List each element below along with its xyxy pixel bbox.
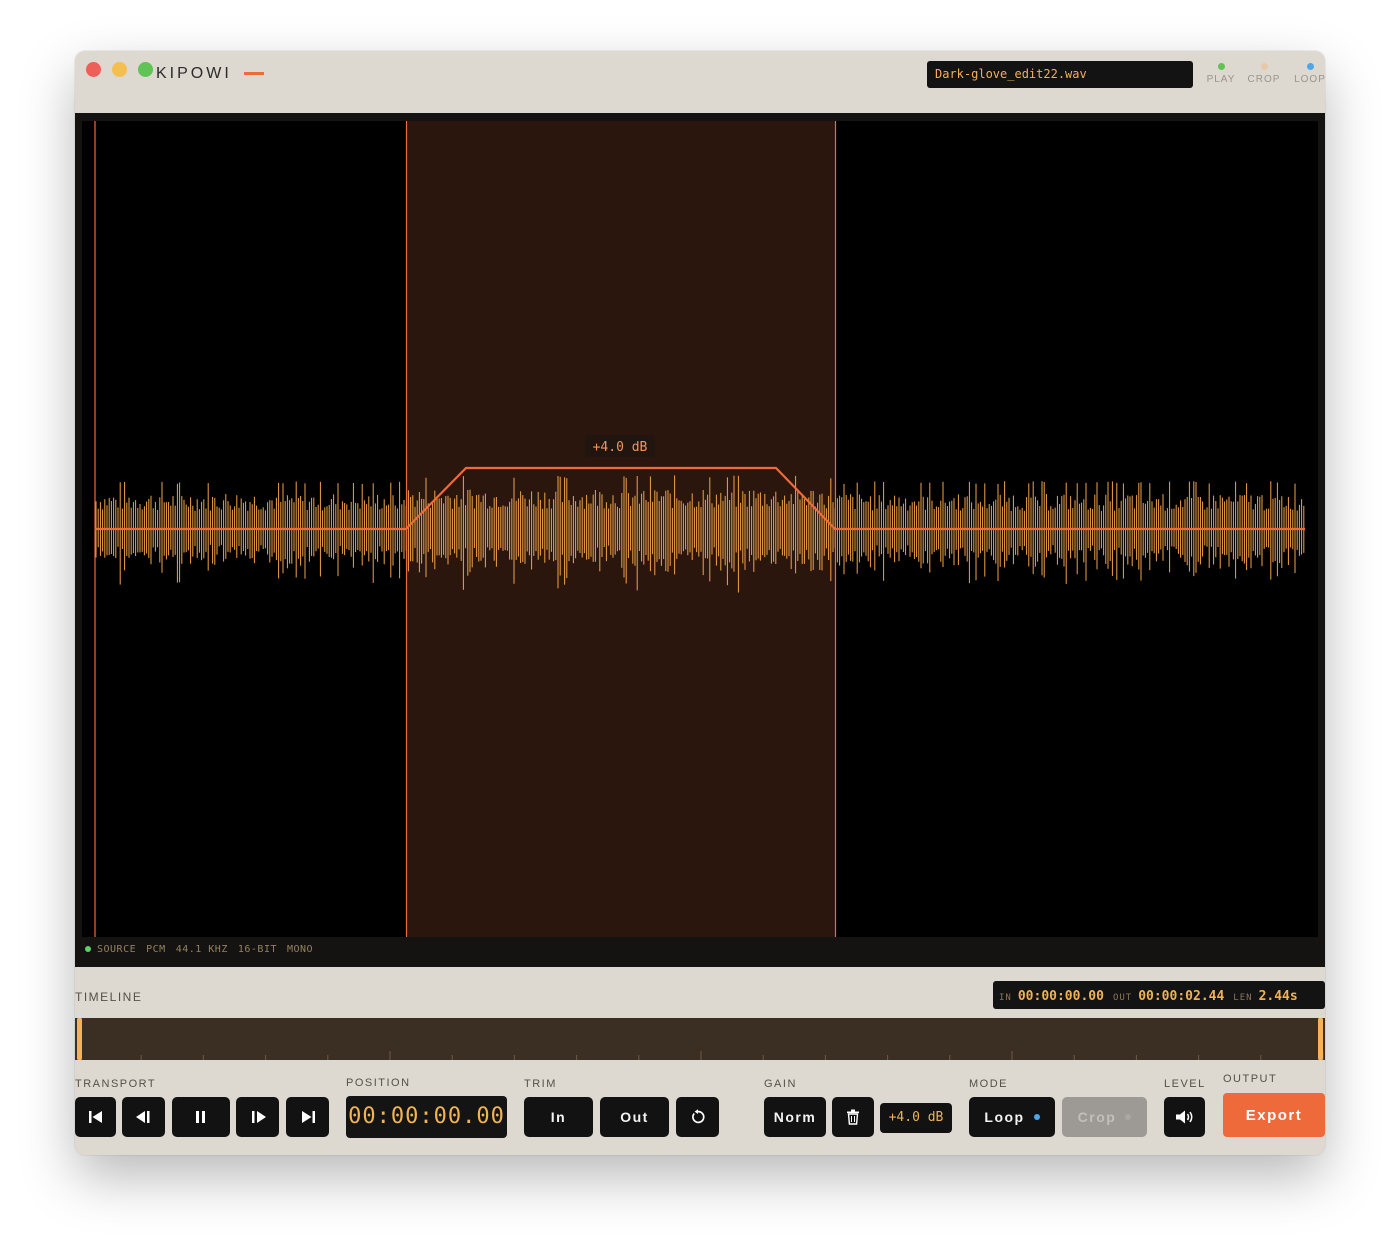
in-out-readout: IN 00:00:00.00 OUT 00:00:02.44 LEN 2.44s xyxy=(993,981,1325,1009)
maximize-window-button[interactable] xyxy=(138,62,153,77)
step-forward-button[interactable] xyxy=(236,1097,279,1137)
pause-button[interactable] xyxy=(172,1097,230,1137)
crop-indicator-dot xyxy=(1260,63,1268,70)
trash-icon xyxy=(847,1109,859,1125)
loop-mode-label: Loop xyxy=(984,1109,1025,1125)
crop-mode-dot xyxy=(1125,1114,1132,1120)
reset-icon xyxy=(691,1109,705,1124)
waveform-panel: +4.0 dB SOURCE PCM 44.1 KHZ 16-BIT MONO xyxy=(75,113,1325,967)
app-window: KIPOWI Dark-glove_edit22.wav PLAY CROP L… xyxy=(75,51,1325,1155)
out-key: OUT xyxy=(1112,993,1133,1003)
loop-indicator-label: LOOP xyxy=(1294,74,1325,85)
output-label: OUTPUT xyxy=(1223,1073,1278,1085)
minimize-window-button[interactable] xyxy=(112,62,127,77)
timeline-in-handle[interactable] xyxy=(77,1018,82,1060)
filename-field[interactable]: Dark-glove_edit22.wav xyxy=(927,61,1193,88)
export-button[interactable]: Export xyxy=(1223,1093,1325,1137)
loop-indicator: LOOP xyxy=(1290,63,1325,85)
waveform-canvas[interactable]: +4.0 dB xyxy=(82,121,1318,937)
play-indicator-label: PLAY xyxy=(1206,74,1236,85)
timeline-ticks xyxy=(78,1051,1324,1060)
app-title: KIPOWI xyxy=(156,65,232,82)
source-status-row: SOURCE PCM 44.1 KHZ 16-BIT MONO xyxy=(85,944,323,955)
timeline-svg[interactable] xyxy=(75,1018,1325,1060)
skip-to-start-icon xyxy=(88,1111,102,1123)
format-label: PCM xyxy=(146,944,166,955)
crop-indicator-label: CROP xyxy=(1247,74,1281,85)
len-value: 2.44s xyxy=(1258,989,1298,1004)
bitdepth-label: 16-BIT xyxy=(237,944,277,955)
mode-label: MODE xyxy=(969,1078,1008,1090)
step-forward-icon xyxy=(251,1111,266,1123)
step-back-button[interactable] xyxy=(122,1097,165,1137)
loop-indicator-dot xyxy=(1306,63,1314,70)
gain-label: GAIN xyxy=(764,1078,797,1090)
normalize-button[interactable]: Norm xyxy=(764,1097,826,1137)
trim-out-button[interactable]: Out xyxy=(600,1097,669,1137)
samplerate-label: 44.1 KHZ xyxy=(175,944,228,955)
close-window-button[interactable] xyxy=(86,62,101,77)
position-label: POSITION xyxy=(346,1077,411,1089)
timeline-label: TIMELINE xyxy=(75,990,143,1004)
clear-gain-button[interactable] xyxy=(832,1097,874,1137)
source-status-dot xyxy=(85,946,91,952)
gain-value-display[interactable]: +4.0 dB xyxy=(880,1103,952,1133)
level-label: LEVEL xyxy=(1164,1078,1206,1090)
step-back-icon xyxy=(135,1111,149,1123)
timeline-track[interactable] xyxy=(75,1018,1325,1060)
position-display: 00:00:00.00 xyxy=(346,1096,507,1138)
skip-to-end-button[interactable] xyxy=(286,1097,329,1137)
skip-to-end-icon xyxy=(301,1111,315,1123)
level-button[interactable] xyxy=(1164,1097,1205,1137)
timeline-out-handle[interactable] xyxy=(1318,1018,1323,1060)
in-value: 00:00:00.00 xyxy=(1017,989,1104,1004)
transport-label: TRANSPORT xyxy=(75,1078,157,1090)
skip-to-start-button[interactable] xyxy=(75,1097,116,1137)
trim-label: TRIM xyxy=(524,1078,557,1090)
speaker-icon xyxy=(1175,1110,1192,1124)
play-indicator-dot xyxy=(1217,63,1225,70)
gain-label: +4.0 dB xyxy=(593,440,648,455)
title-accent-dash xyxy=(244,72,264,75)
crop-indicator: CROP xyxy=(1244,63,1284,85)
source-label: SOURCE xyxy=(97,944,137,955)
trim-in-button[interactable]: In xyxy=(524,1097,593,1137)
in-key: IN xyxy=(999,993,1012,1003)
crop-mode-button[interactable]: Crop xyxy=(1062,1097,1147,1137)
len-key: LEN xyxy=(1233,993,1253,1003)
pause-icon xyxy=(196,1111,205,1123)
crop-mode-label: Crop xyxy=(1077,1109,1117,1125)
trim-reset-button[interactable] xyxy=(676,1097,719,1137)
play-indicator: PLAY xyxy=(1201,63,1241,85)
loop-mode-dot xyxy=(1033,1114,1040,1120)
out-value: 00:00:02.44 xyxy=(1138,989,1225,1004)
waveform-svg[interactable]: +4.0 dB xyxy=(82,121,1318,937)
loop-mode-button[interactable]: Loop xyxy=(969,1097,1055,1137)
channels-label: MONO xyxy=(286,944,314,955)
